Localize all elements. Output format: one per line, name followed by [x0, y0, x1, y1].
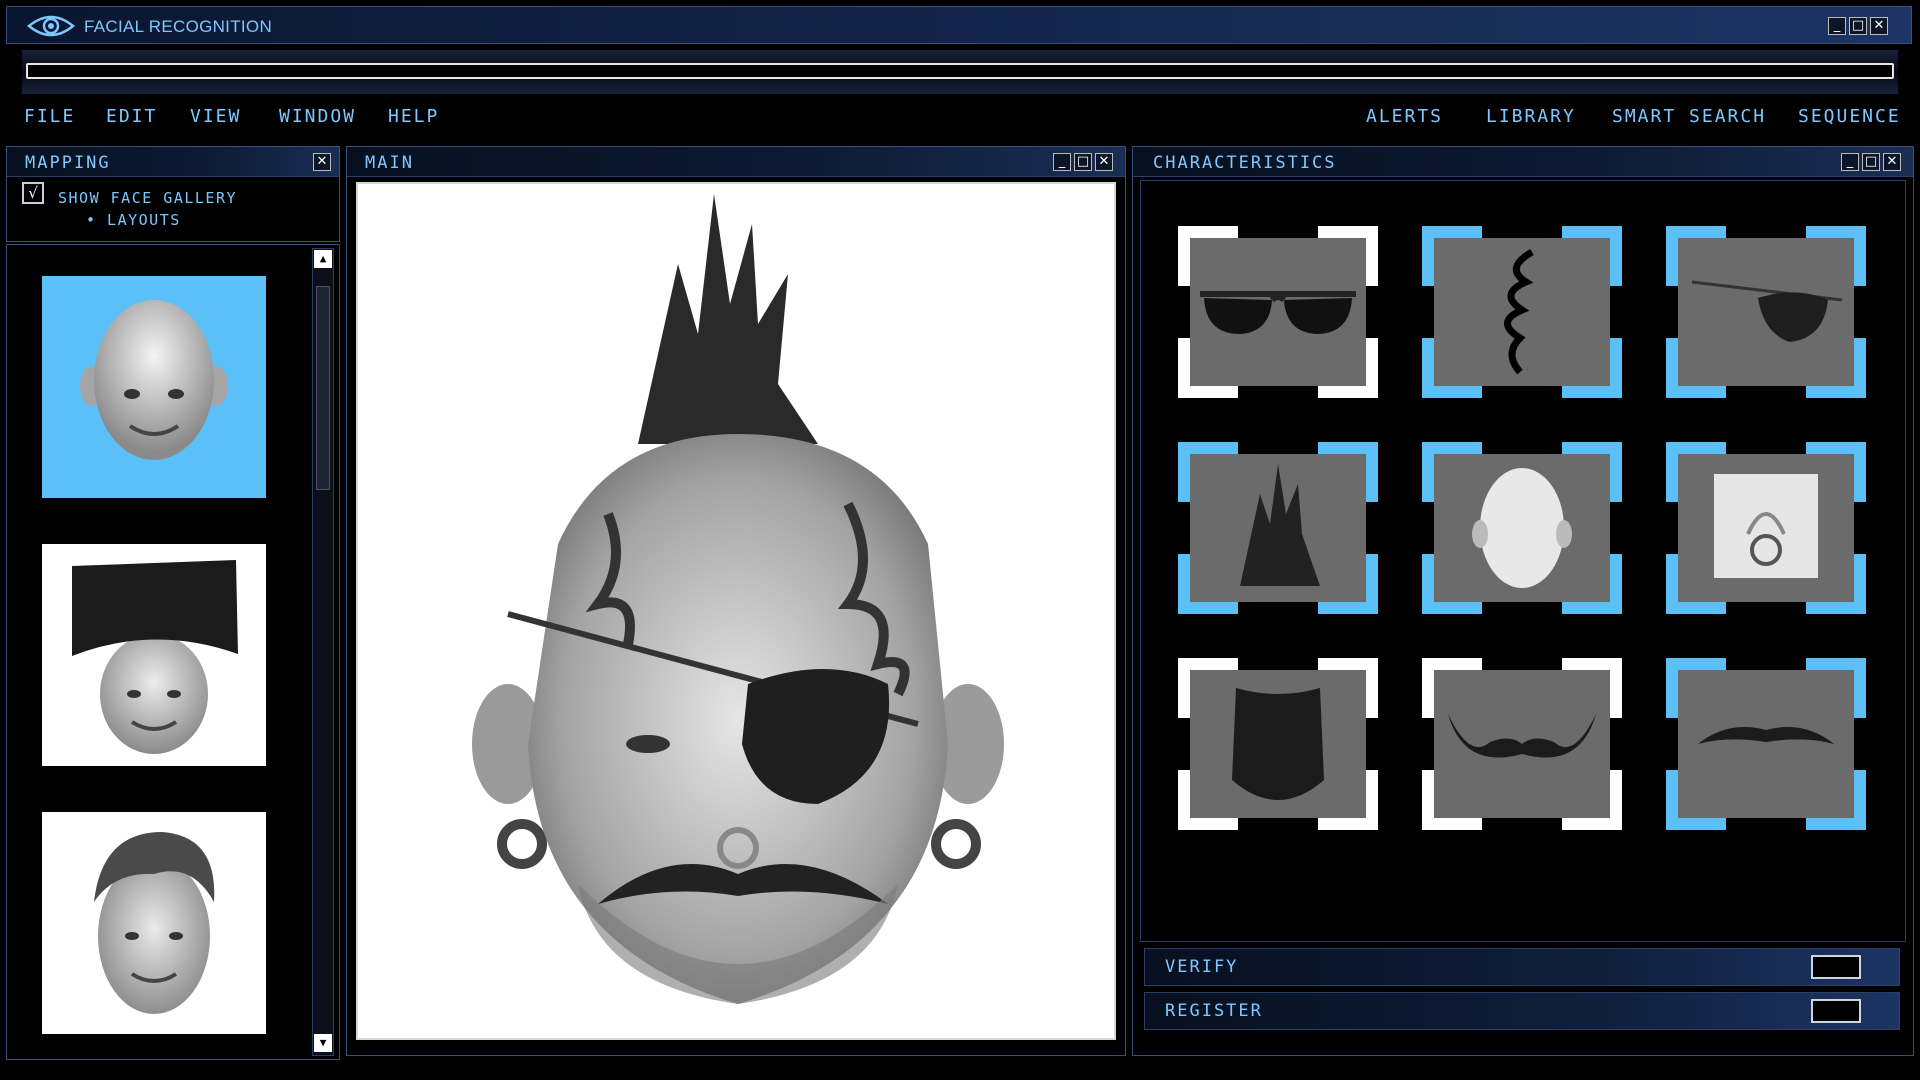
eye-logo-icon — [27, 15, 75, 37]
menu-sequence[interactable]: SEQUENCE — [1798, 106, 1901, 127]
show-face-gallery-label[interactable]: SHOW FACE GALLERY — [58, 189, 237, 207]
septum-piercing-icon — [1714, 474, 1818, 578]
full-beard-icon — [1232, 688, 1324, 800]
menu-window[interactable]: WINDOW — [279, 106, 356, 127]
characteristics-header: CHARACTERISTICS _ □ ✕ — [1133, 147, 1913, 177]
register-indicator — [1811, 999, 1861, 1023]
mohawk-icon — [1240, 464, 1320, 586]
char-septum-piercing[interactable] — [1666, 442, 1866, 614]
register-button[interactable]: REGISTER — [1144, 992, 1900, 1030]
menu-smart-search[interactable]: SMART SEARCH — [1612, 106, 1766, 127]
scrollbar-thumb[interactable] — [316, 286, 330, 490]
minimize-icon[interactable]: _ — [1828, 17, 1846, 35]
address-bar[interactable] — [26, 63, 1894, 79]
composite-face-image — [472, 194, 1004, 1004]
mapping-title: MAPPING — [25, 153, 111, 173]
mapping-header: MAPPING ✕ — [7, 147, 339, 177]
maximize-icon[interactable]: □ — [1862, 153, 1880, 171]
main-window-controls: _ □ ✕ — [1053, 153, 1113, 171]
verify-label: VERIFY — [1165, 957, 1239, 977]
maximize-icon[interactable]: □ — [1074, 153, 1092, 171]
layouts-item[interactable]: • LAYOUTS — [86, 211, 181, 229]
checkbox-icon[interactable]: √ — [22, 182, 44, 204]
char-full-beard[interactable] — [1178, 658, 1378, 830]
char-thin-mustache[interactable] — [1666, 658, 1866, 830]
menu-library[interactable]: LIBRARY — [1486, 106, 1576, 127]
window-controls: _ □ ✕ — [1828, 17, 1888, 35]
app-title: FACIAL RECOGNITION — [84, 17, 273, 36]
title-bar — [6, 6, 1912, 44]
handlebar-mustache-icon — [1448, 714, 1596, 758]
minimize-icon[interactable]: _ — [1841, 153, 1859, 171]
bald-face-image — [80, 300, 228, 460]
gallery-thumb-pompadour[interactable] — [42, 812, 266, 1034]
composite-canvas[interactable] — [356, 182, 1116, 1040]
bald-head-icon — [1472, 468, 1572, 588]
minimize-icon[interactable]: _ — [1053, 153, 1071, 171]
eye-patch-icon — [1691, 280, 1843, 342]
close-icon[interactable]: ✕ — [313, 153, 331, 171]
close-icon[interactable]: ✕ — [1883, 153, 1901, 171]
verify-button[interactable]: VERIFY — [1144, 948, 1900, 986]
scroll-down-icon[interactable]: ▼ — [314, 1034, 332, 1052]
menu-file[interactable]: FILE — [24, 106, 75, 127]
sunglasses-icon — [1200, 291, 1356, 334]
main-header: MAIN _ □ ✕ — [347, 147, 1125, 177]
verify-indicator — [1811, 955, 1861, 979]
flat-top-face-image — [72, 560, 238, 754]
close-icon[interactable]: ✕ — [1095, 153, 1113, 171]
scroll-up-icon[interactable]: ▲ — [314, 250, 332, 268]
menu-alerts[interactable]: ALERTS — [1366, 106, 1443, 127]
char-eye-patch[interactable] — [1666, 226, 1866, 398]
close-icon[interactable]: ✕ — [1870, 17, 1888, 35]
char-mohawk[interactable] — [1178, 442, 1378, 614]
gallery-thumb-flat-top[interactable] — [42, 544, 266, 766]
char-tribal-tattoo[interactable] — [1422, 226, 1622, 398]
pompadour-face-image — [94, 832, 215, 1014]
characteristics-title: CHARACTERISTICS — [1153, 153, 1337, 173]
char-sunglasses[interactable] — [1178, 226, 1378, 398]
char-bald-head[interactable] — [1422, 442, 1622, 614]
main-title: MAIN — [365, 153, 414, 173]
thin-mustache-icon — [1698, 727, 1834, 744]
char-handlebar-mustache[interactable] — [1422, 658, 1622, 830]
menu-view[interactable]: VIEW — [190, 106, 241, 127]
maximize-icon[interactable]: □ — [1849, 17, 1867, 35]
menu-help[interactable]: HELP — [388, 106, 439, 127]
characteristics-window-controls: _ □ ✕ — [1841, 153, 1901, 171]
register-label: REGISTER — [1165, 1001, 1263, 1021]
menu-edit[interactable]: EDIT — [106, 106, 157, 127]
tribal-tattoo-icon — [1504, 248, 1534, 375]
gallery-thumb-bald[interactable] — [42, 276, 266, 498]
